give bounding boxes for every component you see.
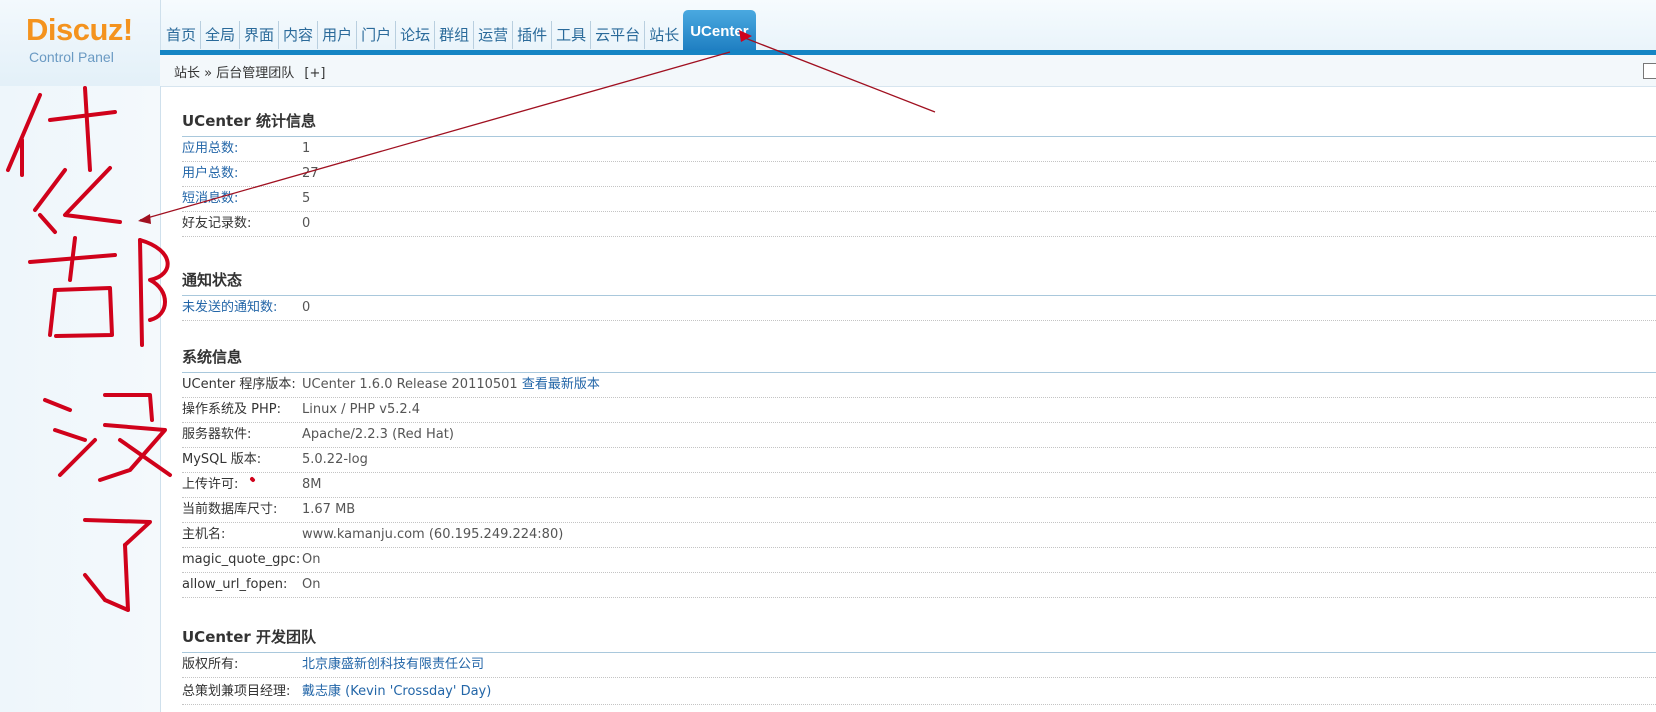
- system-row-version: UCenter 程序版本: UCenter 1.6.0 Release 2011…: [182, 373, 1656, 398]
- nav-group[interactable]: 群组: [434, 21, 473, 49]
- notice-section-title: 通知状态: [182, 269, 1656, 296]
- version-text: UCenter 1.6.0 Release 20110501: [302, 377, 518, 392]
- row-label: 服务器软件:: [182, 427, 252, 442]
- logo-subtitle: Control Panel: [29, 49, 114, 65]
- row-value: Apache/2.2.3 (Red Hat): [302, 427, 454, 442]
- row-label: 上传许可:: [182, 477, 239, 492]
- nav-tools[interactable]: 工具: [551, 21, 590, 49]
- row-label: 版权所有:: [182, 657, 239, 672]
- system-row-upload: 上传许可: 8M: [182, 473, 1656, 498]
- add-shortcut-link[interactable]: [+]: [304, 66, 325, 81]
- nav-content[interactable]: 内容: [278, 21, 317, 49]
- row-label: MySQL 版本:: [182, 452, 262, 467]
- nav-cloud[interactable]: 云平台: [590, 21, 644, 49]
- breadcrumb-current: 后台管理团队: [216, 66, 295, 81]
- nav-user[interactable]: 用户: [317, 21, 356, 49]
- system-row-hostname: 主机名: www.kamanju.com (60.195.249.224:80): [182, 523, 1656, 548]
- row-value: Linux / PHP v5.2.4: [302, 402, 421, 417]
- nav-ucenter-tab[interactable]: UCenter: [683, 10, 756, 50]
- breadcrumb-bar: 站长 » 后台管理团队 [+]: [160, 55, 1656, 87]
- frame-toggle-box[interactable]: [1643, 63, 1656, 79]
- system-row-magic-quote: magic_quote_gpc: On: [182, 548, 1656, 573]
- row-value: 0: [302, 216, 311, 231]
- row-value: 5: [302, 191, 311, 206]
- team-row-manager: 总策划兼项目经理: 戴志康 (Kevin 'Crossday' Day): [182, 680, 1656, 705]
- row-value: www.kamanju.com (60.195.249.224:80): [302, 527, 564, 542]
- team-section-title: UCenter 开发团队: [182, 626, 1656, 653]
- row-label: 总策划兼项目经理:: [182, 684, 291, 699]
- stats-row-users: 用户总数: 27: [182, 162, 1656, 187]
- breadcrumb-separator: »: [204, 66, 213, 81]
- row-label: 应用总数:: [182, 141, 239, 156]
- team-row-copyright: 版权所有: 北京康盛新创科技有限责任公司: [182, 653, 1656, 678]
- row-label: 短消息数:: [182, 191, 239, 206]
- logo-text: Discuz!: [26, 12, 133, 47]
- system-row-os-php: 操作系统及 PHP: Linux / PHP v5.2.4: [182, 398, 1656, 423]
- row-label: magic_quote_gpc:: [182, 552, 301, 567]
- breadcrumb-parent[interactable]: 站长: [174, 66, 200, 81]
- top-nav: 首页 全局 界面 内容 用户 门户 论坛 群组 运营 插件 工具 云平台 站长 …: [160, 10, 756, 50]
- row-label: 主机名:: [182, 527, 226, 542]
- nav-forum[interactable]: 论坛: [395, 21, 434, 49]
- row-label: UCenter 程序版本:: [182, 377, 296, 392]
- system-section-title: 系统信息: [182, 346, 1656, 373]
- nav-plugin[interactable]: 插件: [512, 21, 551, 49]
- row-label: 未发送的通知数:: [182, 300, 278, 315]
- row-label: 操作系统及 PHP:: [182, 402, 281, 417]
- row-value: On: [302, 552, 321, 567]
- row-value: UCenter 1.6.0 Release 20110501 查看最新版本: [302, 373, 600, 397]
- row-value: 8M: [302, 477, 322, 492]
- stats-row-friends: 好友记录数: 0: [182, 212, 1656, 237]
- nav-operation[interactable]: 运营: [473, 21, 512, 49]
- system-row-server: 服务器软件: Apache/2.2.3 (Red Hat): [182, 423, 1656, 448]
- notice-row-unsent: 未发送的通知数: 0: [182, 296, 1656, 321]
- system-row-url-fopen: allow_url_fopen: On: [182, 573, 1656, 598]
- row-label: 用户总数:: [182, 166, 239, 181]
- row-label: 好友记录数:: [182, 216, 252, 231]
- stats-section-title: UCenter 统计信息: [182, 110, 1656, 137]
- row-value: 1: [302, 141, 311, 156]
- stats-row-apps: 应用总数: 1: [182, 137, 1656, 162]
- stats-row-pms: 短消息数: 5: [182, 187, 1656, 212]
- nav-style[interactable]: 界面: [239, 21, 278, 49]
- row-value: 0: [302, 300, 311, 315]
- row-label: 当前数据库尺寸:: [182, 502, 278, 517]
- nav-founder[interactable]: 站长: [644, 21, 683, 49]
- sidebar: [0, 86, 161, 712]
- breadcrumb: 站长 » 后台管理团队 [+]: [174, 62, 325, 81]
- manager-link[interactable]: 戴志康 (Kevin 'Crossday' Day): [302, 684, 491, 699]
- row-value: 5.0.22-log: [302, 452, 368, 467]
- row-value: On: [302, 577, 321, 592]
- nav-home[interactable]: 首页: [160, 21, 200, 49]
- logo[interactable]: Discuz! Control Panel: [0, 0, 161, 86]
- system-row-mysql: MySQL 版本: 5.0.22-log: [182, 448, 1656, 473]
- row-label: allow_url_fopen:: [182, 577, 288, 592]
- row-value: 27: [302, 166, 319, 181]
- row-value: 1.67 MB: [302, 502, 356, 517]
- nav-portal[interactable]: 门户: [356, 21, 395, 49]
- company-link[interactable]: 北京康盛新创科技有限责任公司: [302, 657, 484, 672]
- check-latest-version-link[interactable]: 查看最新版本: [522, 377, 600, 392]
- nav-global[interactable]: 全局: [200, 21, 239, 49]
- system-row-db-size: 当前数据库尺寸: 1.67 MB: [182, 498, 1656, 523]
